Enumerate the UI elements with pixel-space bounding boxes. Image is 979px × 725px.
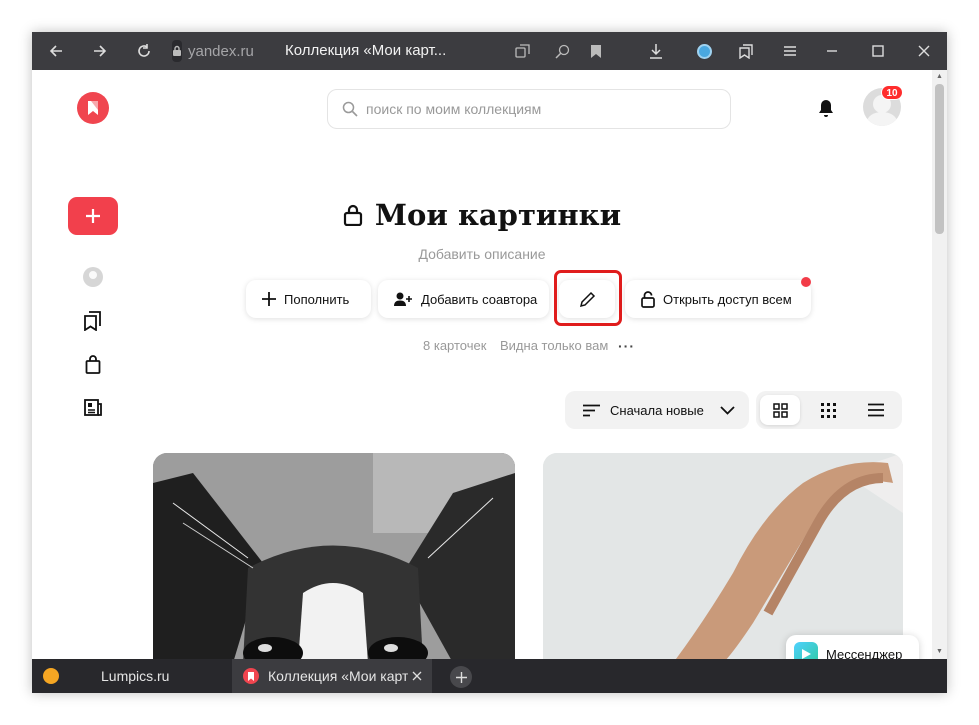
- sort-lines-icon: [583, 404, 600, 417]
- notifications-bell-icon[interactable]: [814, 96, 838, 120]
- download-icon[interactable]: [642, 32, 670, 70]
- unlock-icon: [641, 290, 655, 308]
- add-to-collection-button[interactable]: Пополнить: [246, 280, 371, 318]
- tab-collection[interactable]: Коллекция «Мои карти: [232, 659, 432, 693]
- new-feature-dot: [801, 277, 811, 287]
- lock-icon[interactable]: [172, 40, 182, 62]
- sidebar-collections-icon[interactable]: [81, 309, 105, 333]
- lumpics-favicon-icon: [43, 668, 59, 684]
- add-user-icon: [394, 292, 413, 307]
- sort-selected-label: Сначала новые: [610, 402, 704, 418]
- scroll-down-icon[interactable]: ▼: [935, 648, 944, 656]
- tabs-icon[interactable]: [508, 32, 536, 70]
- sidebar-profile-avatar[interactable]: [81, 265, 105, 289]
- browser-toolbar: yandex.ru Коллекция «Мои карт...: [32, 32, 947, 70]
- address-bar[interactable]: yandex.ru: [172, 38, 254, 64]
- more-options-icon[interactable]: ···: [618, 338, 635, 354]
- sort-dropdown[interactable]: Сначала новые: [565, 391, 749, 429]
- collection-card-cat-tail-photo[interactable]: [543, 453, 903, 659]
- menu-icon[interactable]: [776, 32, 804, 70]
- maximize-icon[interactable]: [864, 32, 892, 70]
- collection-title: Мои картинки: [374, 198, 622, 232]
- new-tab-button[interactable]: [450, 666, 472, 688]
- tab-lumpics-label: Lumpics.ru: [101, 668, 170, 684]
- messenger-logo-icon: [794, 642, 818, 659]
- grid-large-view-icon[interactable]: [760, 395, 800, 425]
- browser-window: yandex.ru Коллекция «Мои карт... поиск п…: [32, 32, 947, 693]
- tab-collection-label: Коллекция «Мои карти: [268, 668, 408, 684]
- collection-title-row: Мои картинки: [32, 198, 932, 232]
- messenger-label: Мессенджер: [826, 646, 903, 660]
- notifications-count-badge: 10: [881, 85, 903, 100]
- extension-icon[interactable]: [690, 32, 718, 70]
- collection-card-cat-photo[interactable]: [153, 453, 515, 659]
- collections-favicon-icon: [243, 668, 259, 684]
- search-input[interactable]: [366, 101, 706, 117]
- forward-icon[interactable]: [84, 32, 116, 70]
- add-coauthor-label: Добавить соавтора: [421, 291, 538, 307]
- address-domain[interactable]: yandex.ru: [188, 43, 254, 60]
- sidebar-news-icon[interactable]: [81, 395, 105, 419]
- page-content: 10 Мои картинки Добавить описание Пополн…: [32, 70, 932, 659]
- cards-count: 8 карточек: [423, 338, 487, 353]
- add-coauthor-button[interactable]: Добавить соавтора: [378, 280, 549, 318]
- minimize-icon[interactable]: [818, 32, 846, 70]
- scrollbar-thumb[interactable]: [935, 84, 944, 234]
- collections-logo-icon[interactable]: [77, 92, 109, 124]
- visibility-status: Видна только вам: [500, 338, 609, 353]
- list-view-icon[interactable]: [856, 395, 896, 425]
- page-scrollbar[interactable]: ▲ ▼: [932, 70, 947, 659]
- search-icon: [342, 101, 358, 117]
- scroll-up-icon[interactable]: ▲: [935, 73, 944, 81]
- private-lock-icon: [343, 204, 362, 226]
- view-switcher: [756, 391, 902, 429]
- open-access-button[interactable]: Открыть доступ всем: [625, 280, 811, 318]
- messenger-button[interactable]: Мессенджер: [786, 635, 919, 659]
- page-title-in-bar: Коллекция «Мои карт...: [285, 42, 447, 59]
- grid-small-view-icon[interactable]: [808, 395, 848, 425]
- add-to-collection-label: Пополнить: [284, 291, 350, 307]
- sidebar-shopping-bag-icon[interactable]: [81, 352, 105, 376]
- cat-tail-photo-image: [543, 453, 903, 659]
- add-description-link[interactable]: Добавить описание: [32, 246, 932, 262]
- close-window-icon[interactable]: [910, 32, 938, 70]
- edit-button-highlight: [554, 270, 622, 326]
- cat-photo-image: [153, 453, 515, 659]
- plus-icon: [455, 671, 467, 683]
- chevron-down-icon: [720, 405, 735, 415]
- search-box[interactable]: [327, 89, 731, 129]
- reader-search-icon[interactable]: [548, 32, 576, 70]
- collections-icon[interactable]: [732, 32, 760, 70]
- tab-lumpics[interactable]: Lumpics.ru: [32, 659, 232, 693]
- reload-icon[interactable]: [128, 32, 160, 70]
- back-icon[interactable]: [40, 32, 72, 70]
- tab-bar: Lumpics.ru Коллекция «Мои карти: [32, 659, 947, 693]
- plus-icon: [262, 292, 276, 306]
- close-tab-icon[interactable]: [412, 671, 422, 681]
- open-access-label: Открыть доступ всем: [663, 291, 792, 307]
- bookmark-icon[interactable]: [582, 32, 610, 70]
